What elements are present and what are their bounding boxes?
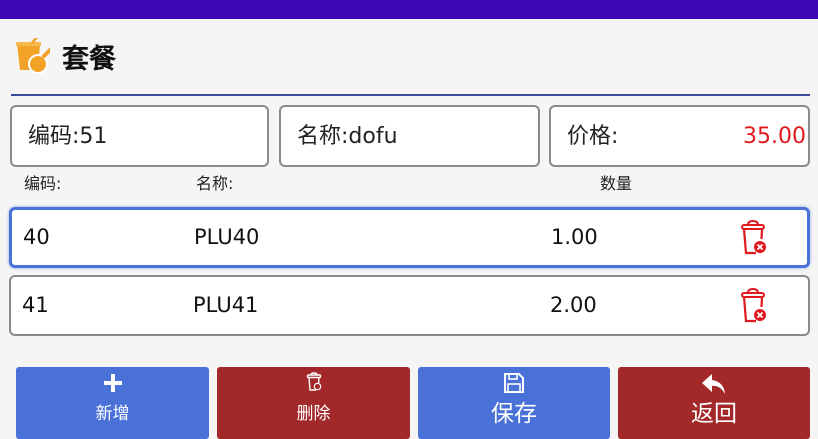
save-button[interactable]: 保存 [418,367,610,439]
name-field-text: 名称:dofu [297,124,398,149]
row-code: 40 [23,225,50,249]
price-value: 35.00 [743,124,806,149]
code-field[interactable]: 编码:51 [10,105,269,167]
plus-icon [103,374,122,392]
floppy-disk-icon [504,373,524,393]
column-header-code: 编码: [24,174,62,193]
row-code: 41 [22,293,49,317]
back-button[interactable]: 返回 [618,367,810,439]
column-header-qty: 数量 [600,174,633,193]
row-name: PLU41 [193,293,259,317]
price-label: 价格: [567,124,619,149]
row-qty: 1.00 [551,225,598,249]
trash-icon[interactable] [739,288,767,324]
table-row[interactable]: 41 PLU41 2.00 [9,275,810,336]
reply-arrow-icon [702,374,725,394]
combo-meal-icon [16,38,50,74]
name-field[interactable]: 名称:dofu [279,105,540,167]
trash-icon [306,372,321,391]
row-name: PLU40 [194,225,260,249]
page-title: 套餐 [62,44,116,75]
column-header-name: 名称: [196,174,234,193]
table-row[interactable]: 40 PLU40 1.00 [9,207,810,268]
row-qty: 2.00 [550,293,597,317]
code-field-text: 编码:51 [28,124,108,149]
add-button-label: 新增 [95,404,130,424]
delete-button[interactable]: 删除 [217,367,410,439]
header: 套餐 [0,19,818,95]
status-bar [0,0,818,19]
save-button-label: 保存 [491,401,537,427]
price-field[interactable]: 价格: 35.00 [549,105,810,167]
add-button[interactable]: 新增 [16,367,209,439]
delete-button-label: 删除 [296,404,331,424]
back-button-label: 返回 [691,401,737,427]
trash-icon[interactable] [739,220,767,256]
header-divider [11,94,810,96]
